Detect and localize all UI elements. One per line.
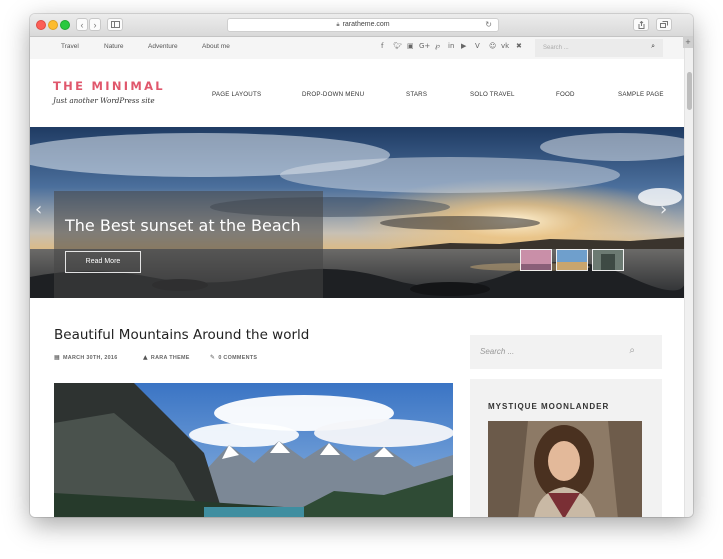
xing-icon[interactable]: ✖: [516, 42, 522, 50]
read-more-button[interactable]: Read More: [65, 251, 141, 273]
twitter-icon[interactable]: 🐦︎: [393, 42, 402, 50]
pencil-icon: ✎: [210, 354, 216, 361]
nav-stars[interactable]: STARS: [406, 91, 427, 98]
address-text: raratheme.com: [342, 21, 390, 28]
lock-icon: 🔒︎: [336, 22, 340, 28]
sidebar-toggle-button[interactable]: [107, 18, 123, 31]
search-icon[interactable]: ⌕: [629, 345, 635, 356]
slide-title[interactable]: The Best sunset at the Beach: [65, 216, 301, 235]
post-title[interactable]: Beautiful Mountains Around the world: [54, 327, 309, 343]
web-page: Travel Nature Adventure About me f 🐦︎ ▣ …: [30, 37, 685, 517]
sidebar-icon: [110, 21, 120, 28]
nav-page-layouts[interactable]: PAGE LAYOUTS: [212, 91, 261, 98]
post-comments[interactable]: ✎ 0 COMMENTS: [210, 354, 257, 361]
google-plus-icon[interactable]: G+: [419, 42, 430, 50]
thumbnail-image: [521, 250, 551, 270]
thumbnail-image: [593, 250, 623, 270]
nav-drop-down-menu[interactable]: DROP-DOWN MENU: [302, 91, 364, 98]
widget-title: MYSTIQUE MOONLANDER: [488, 402, 610, 411]
slider-thumbnail[interactable]: [592, 249, 624, 271]
post-featured-image[interactable]: [54, 383, 453, 517]
close-window-button[interactable]: [36, 20, 46, 30]
site-tagline: Just another WordPress site: [53, 96, 155, 105]
share-button[interactable]: [633, 18, 649, 31]
sidebar-search-input[interactable]: Search ... ⌕: [470, 335, 662, 369]
nav-sample-page[interactable]: SAMPLE PAGE: [618, 91, 664, 98]
tabs-icon: [660, 21, 668, 28]
page-scrollbar[interactable]: [684, 36, 693, 517]
scrollbar-thumb[interactable]: [687, 72, 692, 110]
post-comments-text: 0 COMMENTS: [218, 355, 258, 361]
pinterest-icon[interactable]: ℘: [435, 42, 440, 50]
toplink-travel[interactable]: Travel: [61, 43, 79, 50]
top-search-placeholder: Search ...: [543, 45, 569, 51]
new-tab-button[interactable]: +: [683, 36, 693, 48]
toplink-about-me[interactable]: About me: [202, 43, 230, 50]
minimize-window-button[interactable]: [48, 20, 58, 30]
post-date-text: MARCH 30TH, 2016: [62, 355, 118, 361]
address-bar[interactable]: 🔒︎ raratheme.com ↻: [227, 18, 499, 32]
zoom-window-button[interactable]: [60, 20, 70, 30]
back-arrow-icon: ‹: [80, 20, 84, 30]
thumbnail-image: [557, 250, 587, 270]
sidebar-search-placeholder: Search ...: [480, 347, 515, 356]
post-date[interactable]: ▦ MARCH 30TH, 2016: [54, 354, 118, 361]
vimeo-icon[interactable]: V: [475, 42, 480, 50]
post-author[interactable]: ▲ RARA THEME: [143, 354, 190, 361]
calendar-icon: ▦: [54, 354, 60, 361]
user-icon: ▲: [143, 354, 148, 361]
slide-caption-box: The Best sunset at the Beach Read More: [54, 191, 323, 298]
slider-next-arrow-icon[interactable]: ›: [660, 199, 667, 220]
slider-prev-arrow-icon[interactable]: ‹: [35, 199, 42, 220]
reload-icon[interactable]: ↻: [485, 19, 492, 31]
vk-icon[interactable]: vk: [501, 42, 509, 50]
slider-thumbnail[interactable]: [520, 249, 552, 271]
forward-arrow-icon: ›: [93, 20, 97, 30]
nav-food[interactable]: FOOD: [556, 91, 575, 98]
widget-photo[interactable]: [488, 421, 642, 517]
instagram-icon[interactable]: ▣: [407, 42, 414, 50]
facebook-icon[interactable]: f: [381, 42, 383, 50]
back-button[interactable]: ‹: [76, 18, 88, 31]
youtube-icon[interactable]: ▶: [461, 42, 466, 50]
toplink-adventure[interactable]: Adventure: [148, 43, 178, 50]
forward-button[interactable]: ›: [89, 18, 101, 31]
browser-titlebar: ‹ › 🔒︎ raratheme.com ↻: [30, 14, 693, 37]
hero-slider: ‹ › The Best sunset at the Beach Read Mo…: [30, 127, 685, 298]
share-icon: [638, 20, 644, 29]
slider-thumbnail[interactable]: [556, 249, 588, 271]
search-icon[interactable]: ⌕: [651, 43, 655, 51]
woman-portrait-image: [488, 421, 642, 517]
odnoklassniki-icon[interactable]: ☺: [489, 42, 496, 50]
top-bar: Travel Nature Adventure About me f 🐦︎ ▣ …: [30, 37, 685, 60]
top-search-input[interactable]: Search ... ⌕: [535, 39, 663, 57]
site-header: THE MINIMAL Just another WordPress site …: [30, 59, 685, 127]
browser-window: ‹ › 🔒︎ raratheme.com ↻ Travel Nature Adve…: [30, 14, 693, 517]
toplink-nature[interactable]: Nature: [104, 43, 124, 50]
nav-solo-travel[interactable]: SOLO TRAVEL: [470, 91, 515, 98]
post-author-text: RARA THEME: [150, 355, 190, 361]
mountains-image: [54, 383, 453, 517]
linkedin-icon[interactable]: in: [448, 42, 454, 50]
sidebar-widget: MYSTIQUE MOONLANDER: [470, 379, 662, 517]
site-title[interactable]: THE MINIMAL: [53, 79, 165, 93]
tabs-overview-button[interactable]: [656, 18, 672, 31]
